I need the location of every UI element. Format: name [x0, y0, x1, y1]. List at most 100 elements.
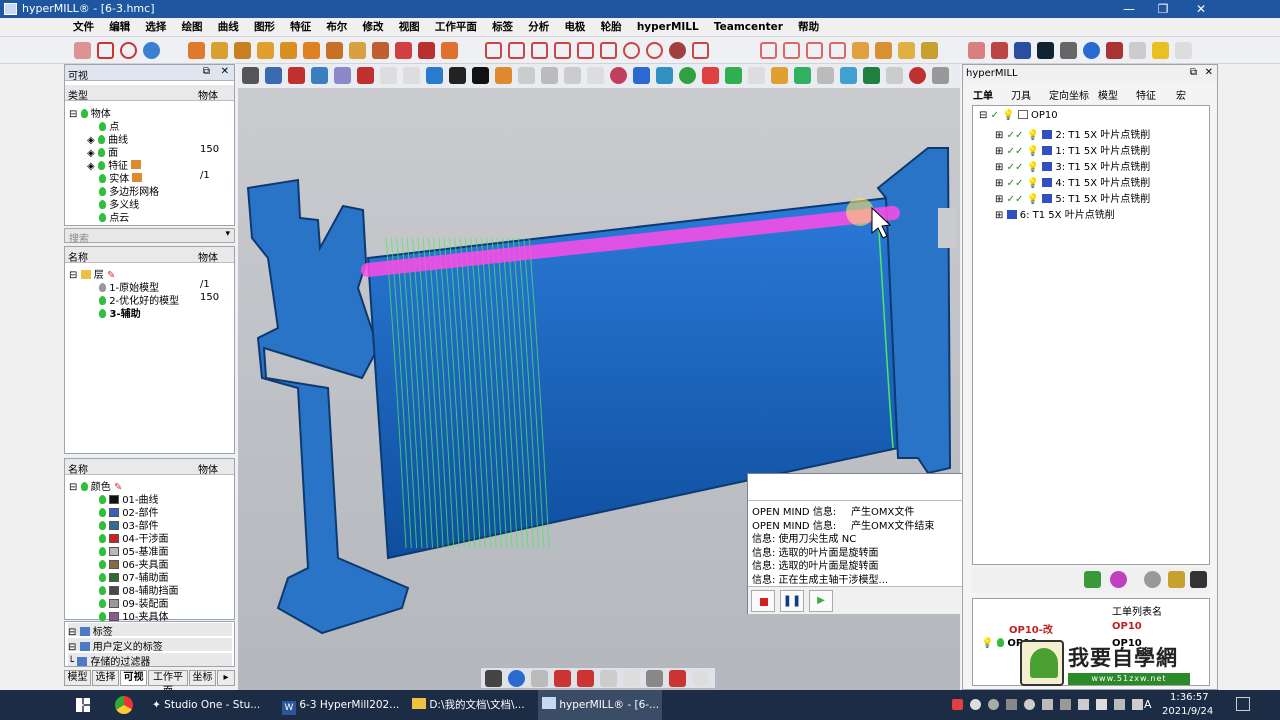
view-cube-icon[interactable]: [518, 67, 535, 84]
line-icon[interactable]: [74, 42, 91, 59]
view-box-icon[interactable]: [541, 67, 558, 84]
radius-icon[interactable]: [829, 42, 846, 59]
color-item[interactable]: 08-辅助挡面: [99, 582, 179, 597]
job-item[interactable]: ⊞ ✓✓ 💡 3: T1 5X 叶片点铣削: [995, 158, 1150, 173]
view-side-icon[interactable]: [495, 67, 512, 84]
brush-tool-icon[interactable]: [669, 670, 686, 687]
settings-icon[interactable]: [1175, 42, 1192, 59]
revolve-icon[interactable]: [211, 42, 228, 59]
tray-sync-icon[interactable]: [1024, 699, 1035, 710]
view-pan-icon[interactable]: [380, 67, 397, 84]
angle-icon[interactable]: [806, 42, 823, 59]
menu-shape[interactable]: 图形: [254, 18, 275, 37]
arc-icon[interactable]: [623, 42, 640, 59]
view-measure-icon[interactable]: [932, 67, 949, 84]
tray-keyboard-icon[interactable]: [1078, 699, 1089, 710]
tree-item-features[interactable]: ◈ 特征: [87, 157, 142, 172]
color-item[interactable]: 09-装配面: [99, 595, 169, 610]
view-front-icon[interactable]: [472, 67, 489, 84]
gcode-icon[interactable]: [1129, 42, 1146, 59]
view-record-icon[interactable]: [909, 67, 926, 84]
tree-item-solids[interactable]: 实体 /1: [99, 170, 215, 185]
pin-icon[interactable]: [1083, 42, 1100, 59]
ime-indicator[interactable]: A: [1144, 698, 1152, 711]
measure-icon[interactable]: [760, 42, 777, 59]
color-item[interactable]: 03-部件: [99, 517, 159, 532]
tab-frames[interactable]: 定向坐标: [1049, 88, 1089, 105]
postprocess-icon[interactable]: [1168, 571, 1185, 588]
tree-item-polyline[interactable]: 多义线: [99, 196, 139, 211]
solid-union-icon[interactable]: [418, 42, 435, 59]
trim-icon[interactable]: [372, 42, 389, 59]
group-tags[interactable]: ⊟ 标签: [68, 623, 232, 638]
tab-model[interactable]: 模型: [64, 670, 91, 686]
blend-icon[interactable]: [303, 42, 320, 59]
menu-file[interactable]: 文件: [73, 18, 94, 37]
curve-offset-icon[interactable]: [577, 42, 594, 59]
path-icon[interactable]: [1106, 42, 1123, 59]
view-iso-icon[interactable]: [426, 67, 443, 84]
rotate-icon[interactable]: [1014, 42, 1031, 59]
layer-root[interactable]: ⊟ 层 ✎: [69, 266, 115, 281]
task-explorer[interactable]: D:\我的文档\文档\...: [412, 690, 530, 720]
globe-icon[interactable]: [669, 42, 686, 59]
loft-icon[interactable]: [234, 42, 251, 59]
export-icon[interactable]: [1190, 571, 1207, 588]
task-studio-one[interactable]: ✦ Studio One - Stu...: [152, 690, 270, 720]
menu-workplane[interactable]: 工作平面: [435, 18, 477, 37]
view-diamond-icon[interactable]: [587, 67, 604, 84]
view-shaded-box-icon[interactable]: [633, 67, 650, 84]
shade-mode-icon[interactable]: [485, 670, 502, 687]
dimension-icon[interactable]: [783, 42, 800, 59]
stop-button[interactable]: [751, 590, 775, 612]
spline-icon[interactable]: [692, 42, 709, 59]
view-tool-icon[interactable]: [656, 67, 673, 84]
edit-icon[interactable]: [968, 42, 985, 59]
tray-app-icon[interactable]: [952, 699, 963, 710]
add-job-icon[interactable]: [1084, 571, 1101, 588]
job-item[interactable]: ⊞ ✓✓ 💡 4: T1 5X 叶片点铣削: [995, 174, 1150, 189]
menu-electrode[interactable]: 电极: [564, 18, 585, 37]
curve-fillet-icon[interactable]: [600, 42, 617, 59]
curve-edit-icon[interactable]: [485, 42, 502, 59]
pick-icon[interactable]: [577, 670, 594, 687]
view-grid-icon[interactable]: [748, 67, 765, 84]
float-icon[interactable]: ⧉: [1190, 67, 1197, 78]
tree-item-objects[interactable]: ⊟ 物体: [69, 105, 111, 120]
view-section-icon[interactable]: [564, 67, 581, 84]
notification-icon[interactable]: [1236, 697, 1250, 711]
joblist-item-name[interactable]: OP10-改: [1009, 621, 1053, 636]
menu-feature[interactable]: 特征: [290, 18, 311, 37]
extrude-icon[interactable]: [188, 42, 205, 59]
view-zoom-icon[interactable]: [334, 67, 351, 84]
line-style-icon[interactable]: [531, 670, 548, 687]
menu-modify[interactable]: 修改: [363, 18, 384, 37]
search-bar[interactable]: 搜索 ▾: [64, 228, 235, 245]
view-sim-icon[interactable]: [679, 67, 696, 84]
menu-edit[interactable]: 编辑: [109, 18, 130, 37]
chrome-icon[interactable]: [115, 696, 133, 714]
minimize-button[interactable]: —: [1112, 0, 1146, 18]
color-item[interactable]: 04-干涉面: [99, 530, 169, 545]
nc-icon[interactable]: [1152, 42, 1169, 59]
tab-visible[interactable]: 可视: [120, 670, 147, 686]
clock-date[interactable]: 2021/9/24: [1162, 706, 1213, 717]
view-layer-icon[interactable]: [863, 67, 880, 84]
tab-coordinates[interactable]: 坐标: [189, 670, 216, 686]
tray-ps-icon[interactable]: [970, 699, 981, 710]
color-item[interactable]: 01-曲线: [99, 491, 159, 506]
view-shade-icon[interactable]: [288, 67, 305, 84]
fillet-icon[interactable]: [326, 42, 343, 59]
solid-box-icon[interactable]: [395, 42, 412, 59]
tree-item-mesh[interactable]: 多边形网格: [99, 183, 159, 198]
chevron-down-icon[interactable]: ▾: [225, 229, 230, 239]
menu-teamcenter[interactable]: Teamcenter: [714, 18, 783, 37]
snap-icon[interactable]: [623, 670, 640, 687]
close-icon[interactable]: ✕: [221, 66, 229, 77]
tray-network-icon[interactable]: [1060, 699, 1071, 710]
brush-icon[interactable]: [991, 42, 1008, 59]
view-green-icon[interactable]: [725, 67, 742, 84]
tray-usb-icon[interactable]: [1006, 699, 1017, 710]
tray-monitor-icon[interactable]: [1114, 699, 1125, 710]
view-rotate-icon[interactable]: [357, 67, 374, 84]
